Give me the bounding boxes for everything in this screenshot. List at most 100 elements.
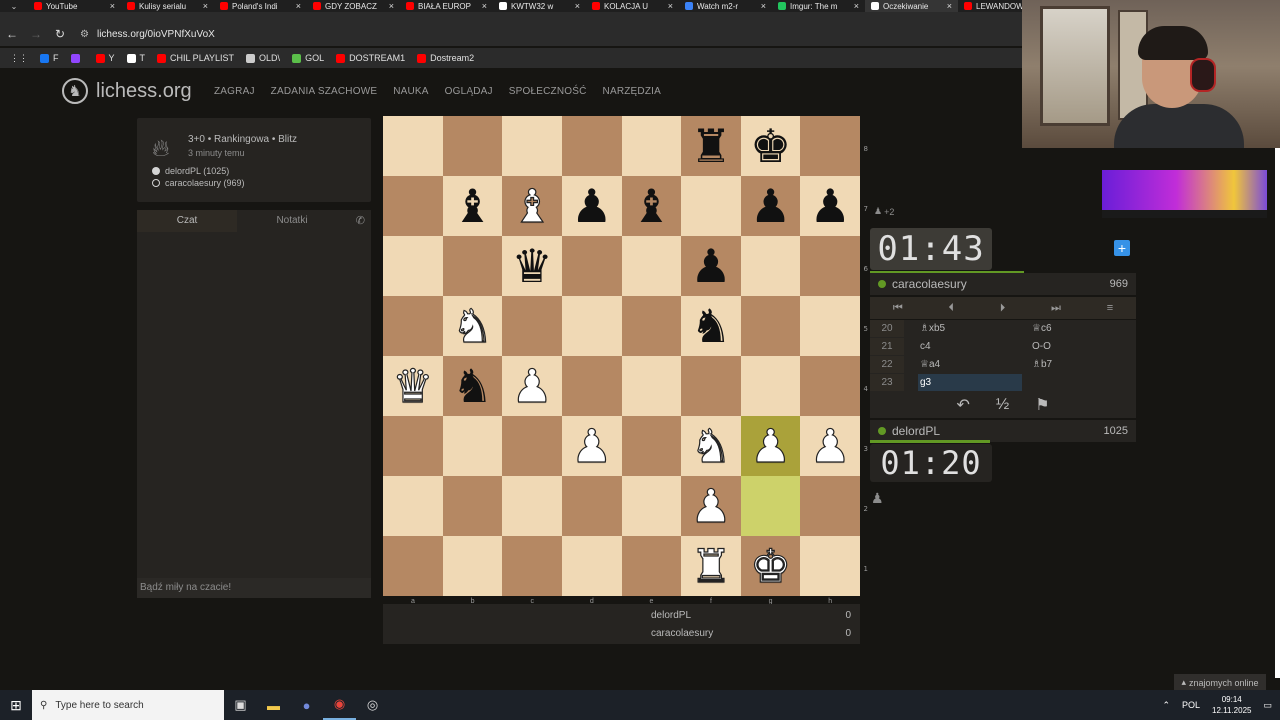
- black-player-info[interactable]: caracolaesury (969): [152, 178, 245, 188]
- square-d6[interactable]: [561, 236, 622, 296]
- discord-icon[interactable]: ●: [290, 690, 323, 720]
- task-view-icon[interactable]: ▣: [224, 690, 257, 720]
- forward-icon[interactable]: →: [24, 27, 48, 41]
- tray-expand-icon[interactable]: ⌃: [1162, 700, 1170, 711]
- square-h3[interactable]: ♟ 3: [800, 416, 868, 476]
- black-move[interactable]: ♕c6: [1032, 320, 1132, 337]
- add-time-icon[interactable]: +: [1114, 240, 1130, 256]
- bookmark-item[interactable]: [67, 53, 88, 63]
- square-a6[interactable]: [383, 236, 443, 296]
- black-rook-icon[interactable]: ♜: [690, 123, 731, 169]
- file-explorer-icon[interactable]: ▬: [257, 690, 290, 720]
- square-a8[interactable]: [383, 116, 443, 176]
- white-king-icon[interactable]: ♚: [749, 542, 791, 589]
- square-d2[interactable]: [561, 476, 622, 536]
- square-e6[interactable]: [621, 236, 682, 296]
- square-f2[interactable]: ♟: [681, 476, 741, 536]
- square-f3[interactable]: ♞: [681, 416, 741, 476]
- url-field[interactable]: ⚙ lichess.org/0ioVPNfXuVoX: [78, 24, 1014, 44]
- square-g4[interactable]: [740, 356, 801, 416]
- white-knight-icon[interactable]: ♞: [451, 302, 493, 349]
- browser-tab[interactable]: Imgur: The m ×: [772, 0, 865, 12]
- reload-icon[interactable]: ↻: [48, 27, 72, 41]
- white-pawn-icon[interactable]: ♟: [570, 422, 612, 469]
- browser-tab[interactable]: YouTube ×: [28, 0, 121, 12]
- square-e4[interactable]: [621, 356, 682, 416]
- nav-item[interactable]: ZAGRAJ: [214, 86, 255, 97]
- apps-grid-icon[interactable]: ⋮⋮: [6, 53, 32, 64]
- notifications-icon[interactable]: ▭: [1263, 700, 1272, 711]
- square-c3[interactable]: [502, 416, 562, 476]
- square-f4[interactable]: [681, 356, 741, 416]
- nav-item[interactable]: OGLĄDAJ: [445, 86, 493, 97]
- browser-tab[interactable]: Watch m2-r ×: [679, 0, 772, 12]
- square-h4[interactable]: 4: [800, 356, 868, 416]
- square-c8[interactable]: [502, 116, 562, 176]
- square-g5[interactable]: [740, 296, 801, 356]
- browser-tab[interactable]: Kulisy serialu ×: [121, 0, 214, 12]
- square-e2[interactable]: [621, 476, 682, 536]
- black-king-icon[interactable]: ♚: [750, 123, 791, 169]
- square-g6[interactable]: [740, 236, 801, 296]
- black-pawn-icon[interactable]: ♟: [750, 183, 791, 229]
- black-pawn-icon[interactable]: ♟: [571, 183, 612, 229]
- square-a5[interactable]: [383, 296, 443, 356]
- browser-tab[interactable]: BIAŁA EUROP ×: [400, 0, 493, 12]
- square-c1[interactable]: [502, 536, 562, 596]
- bookmark-item[interactable]: T: [123, 53, 150, 63]
- square-c2[interactable]: [502, 476, 562, 536]
- white-knight-icon[interactable]: ♞: [690, 422, 732, 469]
- square-c4[interactable]: ♟: [502, 356, 562, 416]
- square-d1[interactable]: [561, 536, 622, 596]
- square-f5[interactable]: ♞: [681, 296, 741, 356]
- nav-item[interactable]: ZADANIA SZACHOWE: [271, 86, 378, 97]
- close-tab-icon[interactable]: ×: [482, 1, 487, 11]
- square-f7[interactable]: [681, 176, 741, 236]
- friends-online-button[interactable]: ▴ znajomych online: [1174, 674, 1266, 691]
- close-tab-icon[interactable]: ×: [110, 1, 115, 11]
- opponent-row[interactable]: caracolaesury 969: [870, 273, 1136, 295]
- square-b2[interactable]: [442, 476, 503, 536]
- black-pawn-icon[interactable]: ♟: [690, 243, 731, 289]
- close-tab-icon[interactable]: ×: [389, 1, 394, 11]
- black-bishop-icon[interactable]: ♝: [631, 183, 672, 229]
- black-knight-icon[interactable]: ♞: [690, 303, 731, 349]
- square-a3[interactable]: [383, 416, 443, 476]
- white-queen-icon[interactable]: ♛: [392, 362, 434, 409]
- opponent-name[interactable]: caracolaesury: [892, 277, 967, 291]
- square-d4[interactable]: [561, 356, 622, 416]
- black-pawn-icon[interactable]: ♟: [810, 183, 851, 229]
- nav-item[interactable]: NAUKA: [393, 86, 428, 97]
- white-player-info[interactable]: delordPL (1025): [152, 166, 229, 176]
- square-g7[interactable]: ♟: [740, 176, 801, 236]
- white-pawn-icon[interactable]: ♟: [809, 422, 851, 469]
- chessboard[interactable]: ♜ ♚ 8 ♝ ♝ ♟ ♝ ♟ ♟ 7 ♛ ♟ 6 ♞ ♞ 5 ♛ ♞ ♟ 4 ♟ ♞ ♟ ♟ 3 ♟ 2 ♜ ♚ 1: [383, 116, 868, 596]
- close-tab-icon[interactable]: ×: [296, 1, 301, 11]
- square-g8[interactable]: ♚: [740, 116, 801, 176]
- square-b4[interactable]: ♞: [442, 356, 503, 416]
- phone-icon[interactable]: ✆: [356, 214, 365, 227]
- browser-tab[interactable]: Poland's Indi ×: [214, 0, 307, 12]
- square-e1[interactable]: [621, 536, 682, 596]
- tab-chat[interactable]: Czat: [137, 210, 237, 232]
- white-move[interactable]: ♗xb5: [920, 320, 1024, 337]
- white-move[interactable]: g3: [918, 374, 1022, 391]
- white-move[interactable]: ♕a4: [920, 356, 1024, 373]
- square-g2[interactable]: [740, 476, 801, 536]
- windows-start-icon[interactable]: ⊞: [0, 690, 32, 720]
- square-b6[interactable]: [442, 236, 503, 296]
- square-e5[interactable]: [621, 296, 682, 356]
- taskbar-search[interactable]: ⚲ Type here to search: [32, 690, 224, 720]
- bookmark-item[interactable]: DOSTREAM1: [332, 53, 409, 63]
- close-tab-icon[interactable]: ×: [761, 1, 766, 11]
- bookmark-item[interactable]: CHIL PLAYLIST: [153, 53, 238, 63]
- menu-icon[interactable]: ≡: [1107, 302, 1113, 314]
- browser-tab[interactable]: Oczekiwanie ×: [865, 0, 958, 12]
- black-bishop-icon[interactable]: ♝: [452, 183, 493, 229]
- square-h1[interactable]: 1: [800, 536, 868, 596]
- close-tab-icon[interactable]: ×: [575, 1, 580, 11]
- square-h2[interactable]: 2: [800, 476, 868, 536]
- black-knight-icon[interactable]: ♞: [452, 363, 493, 409]
- white-pawn-icon[interactable]: ♟: [690, 482, 732, 529]
- white-rook-icon[interactable]: ♜: [690, 542, 732, 589]
